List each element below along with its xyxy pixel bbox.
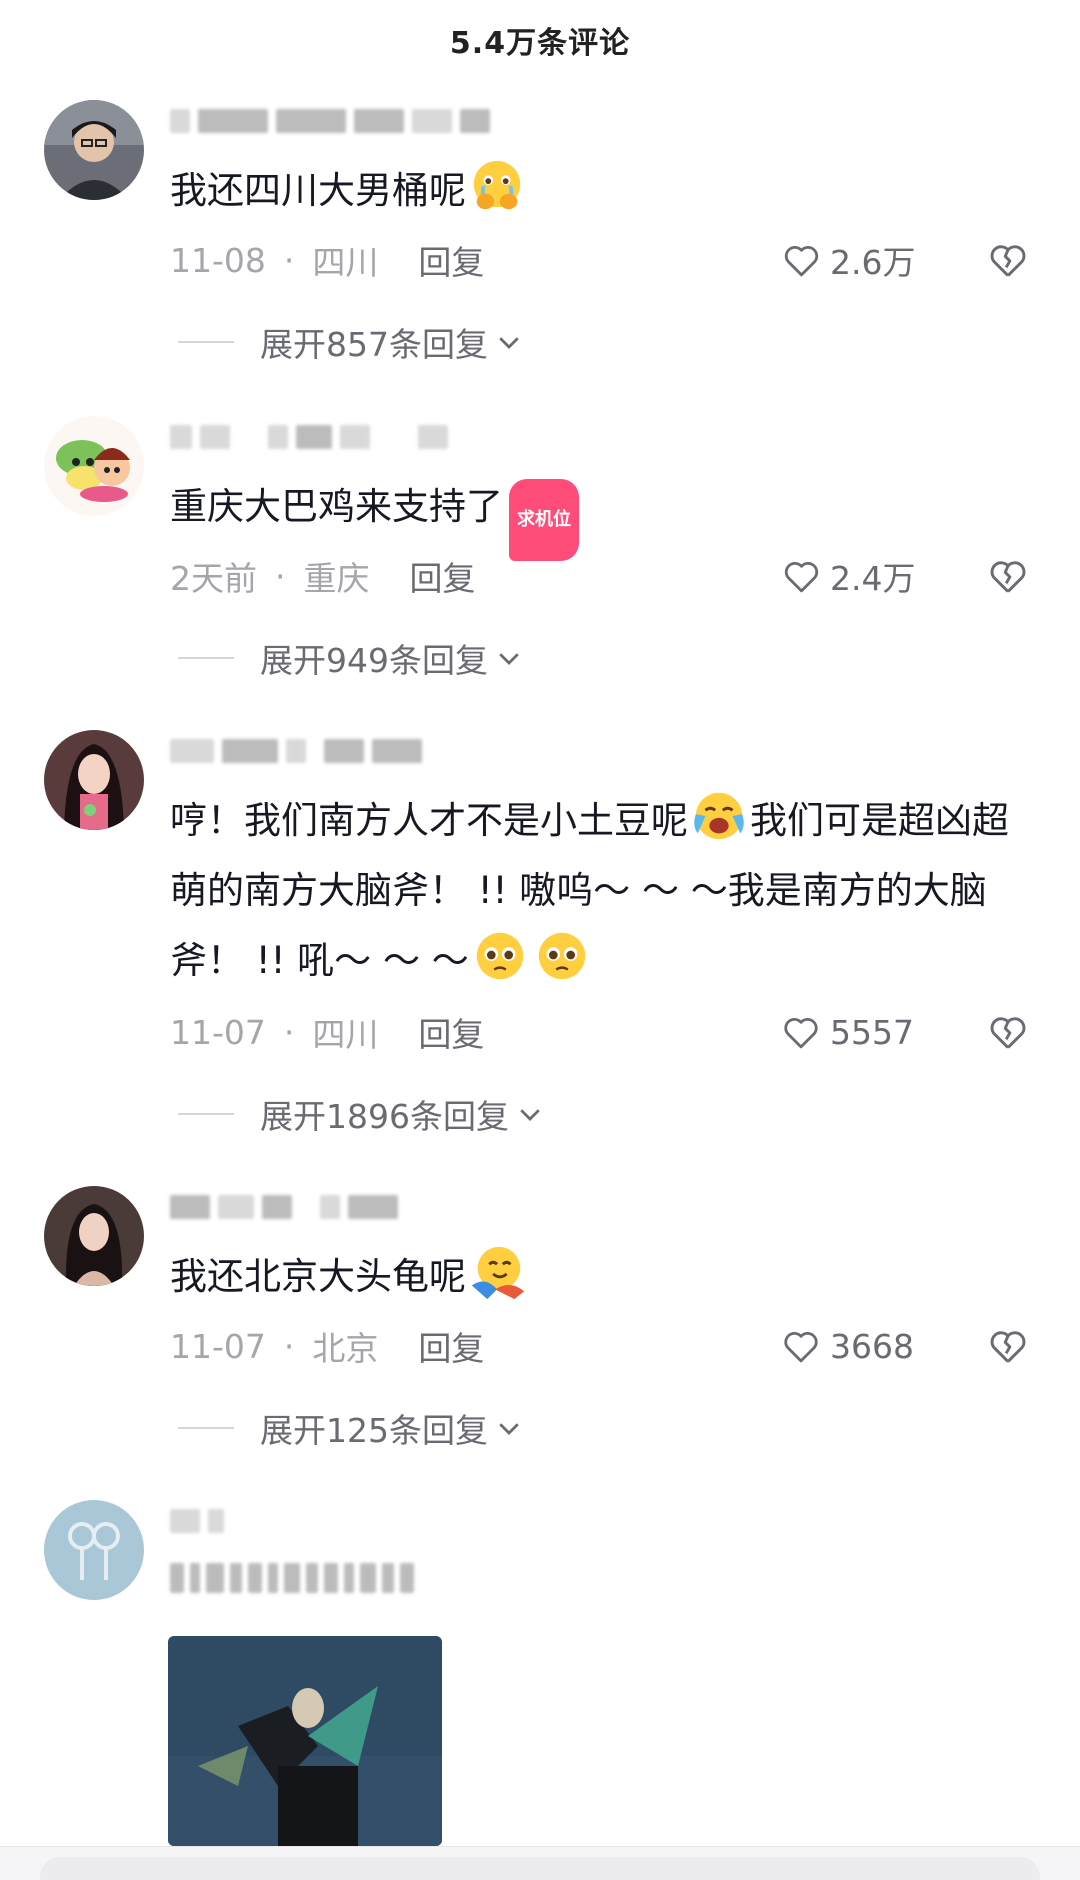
comment-text-redacted xyxy=(170,1558,1030,1598)
comment-body-part1: 哼！我们南方人才不是小土豆呢 xyxy=(170,799,688,842)
comment-meta: 11-07 · 北京 回复 xyxy=(170,1322,484,1370)
comment-location: 四川 xyxy=(312,1015,379,1054)
like-button[interactable]: 3668 xyxy=(780,1324,914,1368)
dislike-button[interactable] xyxy=(986,554,1032,598)
pleading-face-emoji xyxy=(476,932,523,980)
crying-hands-emoji xyxy=(473,160,521,210)
bottom-input-bar xyxy=(0,1846,1080,1880)
comment-date: 11-07 xyxy=(170,1012,266,1052)
heart-icon xyxy=(784,246,818,277)
heart-icon xyxy=(784,562,818,593)
divider-line xyxy=(178,1427,234,1429)
broken-heart-icon xyxy=(990,561,1026,593)
like-count: 3668 xyxy=(830,1326,914,1366)
chevron-down-icon xyxy=(499,653,519,665)
comment-location: 北京 xyxy=(312,1329,379,1368)
username-redacted[interactable] xyxy=(170,106,490,136)
meta-separator: · xyxy=(283,240,295,280)
comment-location: 四川 xyxy=(312,243,379,282)
comment-body: 我还北京大头龟呢 xyxy=(170,1255,466,1298)
avatar[interactable] xyxy=(44,1500,144,1600)
comment-count-title: 5.4万条评论 xyxy=(449,26,631,61)
expand-label: 展开857条回复 xyxy=(260,325,488,364)
reply-button[interactable]: 回复 xyxy=(418,1322,484,1370)
comment-body: 重庆大巴鸡来支持了 xyxy=(170,485,503,528)
heart-icon xyxy=(784,1018,818,1049)
avatar[interactable] xyxy=(44,1186,144,1286)
expand-replies-button[interactable]: 展开949条回复 xyxy=(178,636,524,680)
comment-date: 11-08 xyxy=(170,240,266,280)
like-count: 2.4万 xyxy=(830,559,916,598)
comment-text: 我还北京大头龟呢 xyxy=(170,1242,1030,1312)
comment-body: 我还四川大男桶呢 xyxy=(170,169,466,212)
expand-replies-button[interactable]: 展开857条回复 xyxy=(178,320,524,364)
like-button[interactable]: 2.4万 xyxy=(780,554,915,598)
meta-separator: · xyxy=(283,1012,295,1052)
like-button[interactable]: 2.6万 xyxy=(780,238,915,282)
broken-heart-icon xyxy=(990,245,1026,277)
chevron-down-icon xyxy=(520,1109,540,1121)
comment-media-image[interactable] xyxy=(168,1636,442,1846)
comment-input[interactable] xyxy=(40,1857,1040,1880)
meta-separator: · xyxy=(283,1326,295,1366)
expand-replies-button[interactable]: 展开125条回复 xyxy=(178,1406,524,1450)
meta-separator: · xyxy=(275,556,286,596)
dislike-button[interactable] xyxy=(986,1010,1032,1054)
username-redacted[interactable] xyxy=(170,1192,398,1222)
comment-date: 11-07 xyxy=(170,1326,266,1366)
reply-button[interactable]: 回复 xyxy=(418,236,484,284)
heart-icon xyxy=(784,1332,818,1363)
divider-line xyxy=(178,657,234,659)
dislike-button[interactable] xyxy=(986,1324,1032,1368)
chevron-down-icon xyxy=(499,337,519,349)
comment-location: 重庆 xyxy=(303,559,370,598)
expand-label: 展开949条回复 xyxy=(260,641,488,680)
hugging-emoji xyxy=(471,1246,525,1300)
comment-meta: 11-07 · 四川 回复 xyxy=(170,1008,484,1056)
like-count: 2.6万 xyxy=(830,243,916,282)
comment-text: 我还四川大男桶呢 xyxy=(170,156,1030,226)
username-redacted[interactable] xyxy=(170,422,448,452)
reply-button[interactable]: 回复 xyxy=(418,1008,484,1056)
broken-heart-icon xyxy=(990,1017,1026,1049)
sticker-badge: 求机位 xyxy=(509,479,579,561)
chevron-down-icon xyxy=(499,1423,519,1435)
username-redacted[interactable] xyxy=(170,736,422,766)
comment-text: 哼！我们南方人才不是小土豆呢 我们可是超凶超萌的南方大脑斧！ !! 嗷呜～ ～ … xyxy=(170,786,1030,996)
comment-text: 重庆大巴鸡来支持了 求机位 xyxy=(170,472,1030,561)
dislike-button[interactable] xyxy=(986,238,1032,282)
like-count: 5557 xyxy=(830,1012,914,1052)
divider-line xyxy=(178,1113,234,1115)
avatar[interactable] xyxy=(44,100,144,200)
comments-header: 5.4万条评论 xyxy=(0,0,1080,80)
loudly-crying-emoji xyxy=(694,792,744,840)
divider-line xyxy=(178,341,234,343)
username-redacted[interactable] xyxy=(170,1506,224,1536)
expand-label: 展开1896条回复 xyxy=(260,1097,509,1136)
pleading-face-emoji xyxy=(538,932,585,980)
comment-meta: 2天前 · 重庆 回复 xyxy=(170,552,476,600)
avatar[interactable] xyxy=(44,416,144,516)
comment-meta: 11-08 · 四川 回复 xyxy=(170,236,484,284)
expand-replies-button[interactable]: 展开1896条回复 xyxy=(178,1092,545,1136)
comment-date: 2天前 xyxy=(170,559,257,598)
reply-button[interactable]: 回复 xyxy=(410,552,476,600)
like-button[interactable]: 5557 xyxy=(780,1010,914,1054)
broken-heart-icon xyxy=(990,1331,1026,1363)
avatar[interactable] xyxy=(44,730,144,830)
expand-label: 展开125条回复 xyxy=(260,1411,488,1450)
